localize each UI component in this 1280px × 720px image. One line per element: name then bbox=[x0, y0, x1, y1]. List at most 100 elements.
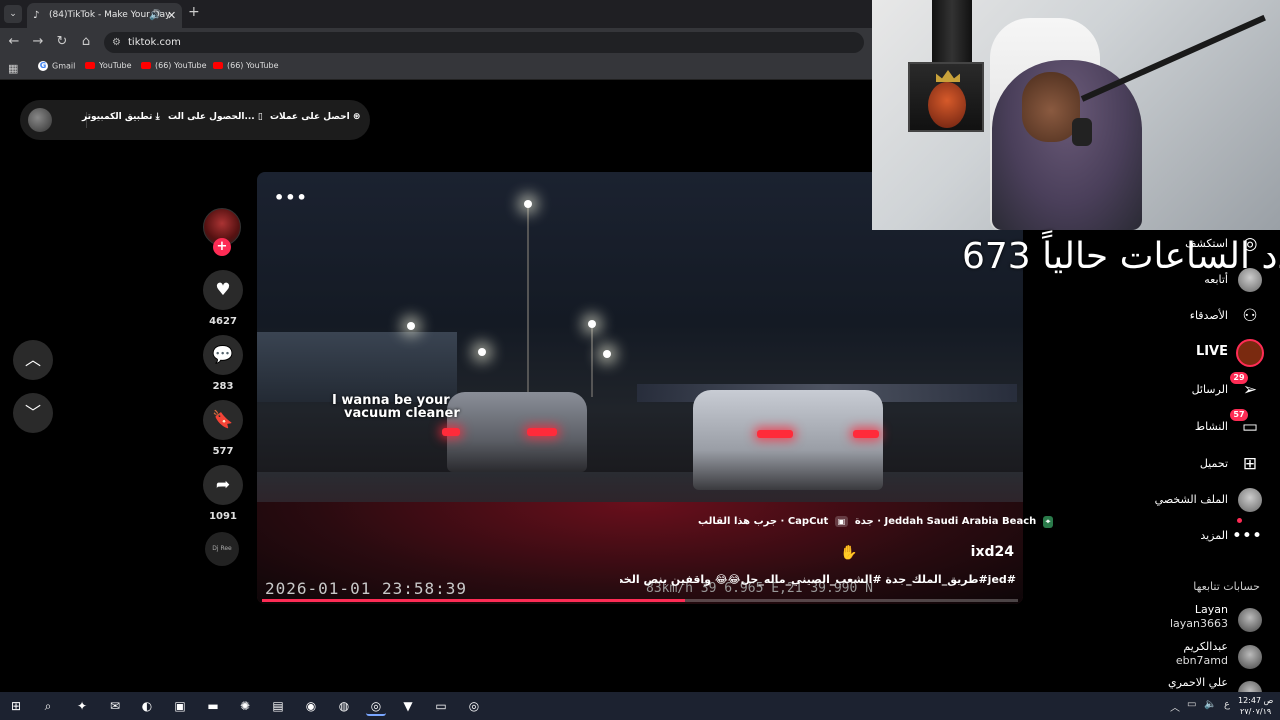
like-action: ♥ 4627 bbox=[203, 270, 243, 327]
comment-action: 💬 283 bbox=[203, 335, 243, 392]
system-clock[interactable]: 12:47 ص ٢٧/٠٧/١٩ bbox=[1238, 695, 1273, 717]
sidebar-item-messages[interactable]: ➢ 29 الرسائل bbox=[1150, 372, 1268, 402]
crown-icon bbox=[936, 70, 960, 82]
volume-icon[interactable]: 🔈 bbox=[1204, 699, 1216, 710]
following-accounts-title: حسابات تتابعها bbox=[1193, 580, 1260, 593]
sidebar-item-activity[interactable]: ▭ 57 النشاط bbox=[1150, 409, 1268, 439]
video-progress-bar[interactable] bbox=[262, 599, 1018, 602]
street-pole bbox=[527, 206, 529, 396]
user-avatar[interactable] bbox=[28, 108, 52, 132]
google-icon: G bbox=[38, 61, 48, 71]
location-city: جدة bbox=[854, 516, 874, 527]
browser-tab-bar: ⌄ ♪ (84)TikTok - Make Your Day 🔊 ✕ + bbox=[0, 0, 872, 28]
comment-icon[interactable]: 💬 bbox=[203, 335, 243, 375]
discord-icon[interactable]: ◍ bbox=[334, 696, 354, 716]
mic-arm bbox=[1080, 14, 1266, 102]
brave-icon[interactable]: ▼ bbox=[398, 696, 418, 716]
tab-search-button[interactable]: ⌄ bbox=[4, 5, 22, 23]
sidebar-item-upload[interactable]: ⊞ تحميل bbox=[1150, 452, 1268, 476]
more-options-icon[interactable]: ••• bbox=[274, 188, 308, 207]
get-app-button[interactable]: الحصول على الت... ▯ bbox=[168, 112, 263, 122]
url-input[interactable]: ⚙ tiktok.com bbox=[104, 32, 864, 53]
capcut-try-link[interactable]: جرب هذا القالب bbox=[698, 516, 777, 527]
sidebar-item-friends[interactable]: ⚇ الأصدقاء bbox=[1150, 304, 1268, 328]
mail-icon[interactable]: ✉ bbox=[105, 696, 125, 716]
windows-start-icon[interactable]: ⊞ bbox=[6, 696, 26, 716]
terminal-icon[interactable]: ▭ bbox=[431, 696, 451, 716]
bookmark-youtube[interactable]: YouTube bbox=[85, 61, 132, 70]
location-row: جرب هذا القالب · CapCut ▣ جدة · Jeddah S… bbox=[698, 516, 1056, 528]
folder-icon[interactable]: ▬ bbox=[203, 696, 223, 716]
tray-chevron-icon[interactable]: ︿ bbox=[1170, 699, 1180, 714]
car-left bbox=[447, 392, 587, 472]
sidebar-item-live[interactable]: LIVE bbox=[1150, 339, 1268, 367]
music-disc[interactable]: Dj Ree bbox=[205, 532, 239, 566]
following-avatar-icon bbox=[1238, 268, 1262, 292]
network-icon[interactable]: ▭ bbox=[1187, 699, 1196, 710]
get-coins-button[interactable]: احصل على عملات ⊛ bbox=[270, 112, 360, 122]
new-tab-button[interactable]: + bbox=[188, 4, 200, 20]
share-icon[interactable]: ➦ bbox=[203, 465, 243, 505]
chrome-icon-2[interactable]: ◎ bbox=[464, 696, 484, 716]
bookmarks-bar: ▦ G Gmail YouTube (66) YouTube (66) YouTu… bbox=[0, 56, 872, 80]
back-icon[interactable]: ← bbox=[6, 34, 22, 49]
capcut-icon: ▣ bbox=[834, 516, 849, 527]
save-action: 🔖 577 bbox=[203, 400, 243, 457]
profile-avatar-icon bbox=[1238, 488, 1262, 512]
bookmark-youtube-3[interactable]: (66) YouTube bbox=[213, 61, 279, 70]
progress-fill bbox=[262, 599, 686, 602]
tail-light bbox=[527, 428, 557, 436]
home-icon[interactable]: ⌂ bbox=[78, 34, 94, 49]
site-info-icon[interactable]: ⚙ bbox=[112, 32, 121, 53]
avatar bbox=[1238, 608, 1262, 632]
chrome-icon[interactable]: ◎ bbox=[366, 696, 386, 716]
heart-icon[interactable]: ♥ bbox=[203, 270, 243, 310]
url-text: tiktok.com bbox=[128, 37, 181, 48]
previous-video-button[interactable]: ︿ bbox=[13, 340, 53, 380]
forward-icon[interactable]: → bbox=[30, 34, 46, 49]
speaker-icon[interactable]: 🔊 bbox=[149, 3, 161, 28]
comment-count: 283 bbox=[212, 381, 234, 392]
share-action: ➦ 1091 bbox=[203, 465, 243, 522]
follow-button[interactable]: + bbox=[213, 238, 231, 256]
sidebar-item-explore[interactable]: ◎ استكشف bbox=[1150, 232, 1268, 256]
sidebar-item-more[interactable]: ••• المزيد bbox=[1150, 518, 1268, 548]
apps-grid-icon[interactable]: ▦ bbox=[8, 62, 18, 75]
tiktok-favicon-icon: ♪ bbox=[33, 10, 40, 21]
street-lamp bbox=[588, 320, 596, 328]
street-lamp bbox=[603, 350, 611, 358]
close-tab-icon[interactable]: ✕ bbox=[167, 3, 176, 28]
video-description: #jed#طريق_الملك_جدة #الشعب_الصيني_ماله_ح… bbox=[620, 573, 1016, 586]
mouse-cursor-icon: ✋ bbox=[840, 545, 858, 561]
friends-icon: ⚇ bbox=[1242, 306, 1258, 326]
tail-light bbox=[442, 428, 460, 436]
store-icon[interactable]: ▣ bbox=[170, 696, 190, 716]
sidebar-item-profile[interactable]: الملف الشخصي bbox=[1150, 488, 1268, 512]
desktop-app-button[interactable]: تطبيق الكمبيوتر ⤓ bbox=[82, 112, 160, 122]
poster-face bbox=[928, 82, 966, 128]
copilot-icon[interactable]: ✦ bbox=[72, 696, 92, 716]
language-indicator[interactable]: ع bbox=[1224, 699, 1230, 710]
edge-icon[interactable]: ◐ bbox=[137, 696, 157, 716]
bookmark-youtube-2[interactable]: (66) YouTube bbox=[141, 61, 207, 70]
bookmark-gmail[interactable]: G Gmail bbox=[38, 61, 75, 71]
save-count: 577 bbox=[212, 446, 234, 457]
video-player[interactable] bbox=[257, 172, 1023, 604]
tail-light bbox=[853, 430, 879, 438]
capcut-label[interactable]: CapCut bbox=[788, 516, 828, 527]
followed-account[interactable]: عبدالكريم ebn7amd bbox=[1150, 640, 1268, 674]
reload-icon[interactable]: ↻ bbox=[54, 34, 70, 49]
excel-icon[interactable]: ▤ bbox=[268, 696, 288, 716]
app-icon[interactable]: ✺ bbox=[235, 696, 255, 716]
browser-tab-tiktok[interactable]: ♪ (84)TikTok - Make Your Day 🔊 ✕ bbox=[27, 3, 182, 28]
video-author-username[interactable]: ixd24 bbox=[960, 544, 1014, 560]
followed-account[interactable]: Layan layan3663 bbox=[1150, 603, 1268, 637]
wall-poster bbox=[908, 62, 984, 132]
sidebar-item-following[interactable]: أتابعه bbox=[1150, 268, 1268, 292]
webcam-overlay bbox=[872, 0, 1280, 230]
bookmark-icon[interactable]: 🔖 bbox=[203, 400, 243, 440]
obs-icon[interactable]: ◉ bbox=[301, 696, 321, 716]
search-icon[interactable]: ⌕ bbox=[38, 696, 58, 716]
next-video-button[interactable]: ﹀ bbox=[13, 393, 53, 433]
location-name[interactable]: Jeddah Saudi Arabia Beach bbox=[885, 516, 1037, 527]
